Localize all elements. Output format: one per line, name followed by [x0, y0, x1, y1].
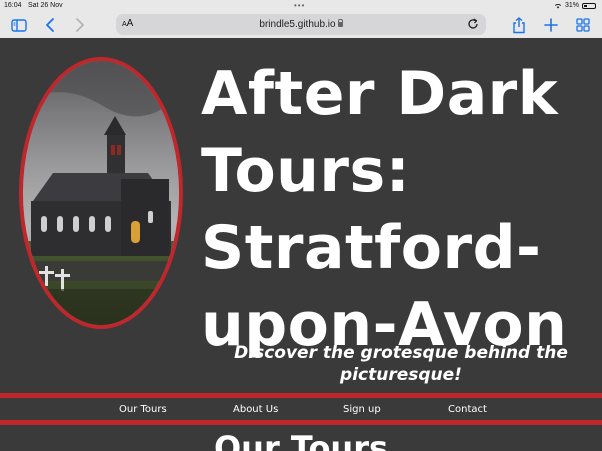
- new-tab-button[interactable]: [542, 14, 560, 36]
- reload-button[interactable]: [466, 17, 480, 31]
- url-text: brindle5.github.io: [259, 19, 336, 30]
- status-time: 16:04: [4, 2, 22, 9]
- share-icon: [513, 16, 525, 33]
- nav-stripe-bottom: [0, 420, 602, 425]
- sidebar-button[interactable]: [10, 14, 28, 36]
- back-button[interactable]: [42, 14, 58, 36]
- status-right: 31%: [554, 2, 596, 9]
- tab-overview-button[interactable]: [574, 14, 592, 36]
- forward-chevron-icon: [76, 18, 84, 32]
- url-display[interactable]: brindle5.github.io: [116, 19, 486, 30]
- plus-icon: [544, 18, 558, 32]
- hero-church-image: [19, 57, 183, 329]
- sidebar-icon: [11, 18, 27, 32]
- forward-button[interactable]: [72, 14, 88, 36]
- lock-icon: [337, 19, 344, 27]
- back-chevron-icon: [46, 18, 54, 32]
- browser-toolbar: AA brindle5.github.io: [0, 12, 602, 38]
- nav-sign-up[interactable]: Sign up: [343, 404, 381, 415]
- status-bar: 16:04 Sat 26 Nov ••• 31%: [0, 0, 602, 12]
- tabs-grid-icon: [576, 18, 590, 32]
- nav-our-tours[interactable]: Our Tours: [119, 404, 167, 415]
- page-title: After Dark Tours: Stratford-upon-Avon: [201, 59, 568, 360]
- page-tagline: Discover the grotesque behind the pictur…: [234, 343, 568, 385]
- status-date: Sat 26 Nov: [28, 2, 63, 9]
- wifi-icon: [554, 3, 562, 8]
- battery-icon: [582, 2, 596, 9]
- nav-about-us[interactable]: About Us: [233, 404, 278, 415]
- main-nav: Our Tours About Us Sign up Contact: [0, 398, 602, 420]
- share-button[interactable]: [510, 14, 528, 36]
- section-heading-our-tours: Our Tours: [213, 429, 389, 451]
- multitasking-dots-icon[interactable]: •••: [294, 1, 305, 10]
- nav-contact[interactable]: Contact: [448, 404, 487, 415]
- reload-icon: [468, 18, 478, 29]
- address-bar[interactable]: AA brindle5.github.io: [116, 14, 486, 35]
- battery-percent: 31%: [564, 2, 579, 9]
